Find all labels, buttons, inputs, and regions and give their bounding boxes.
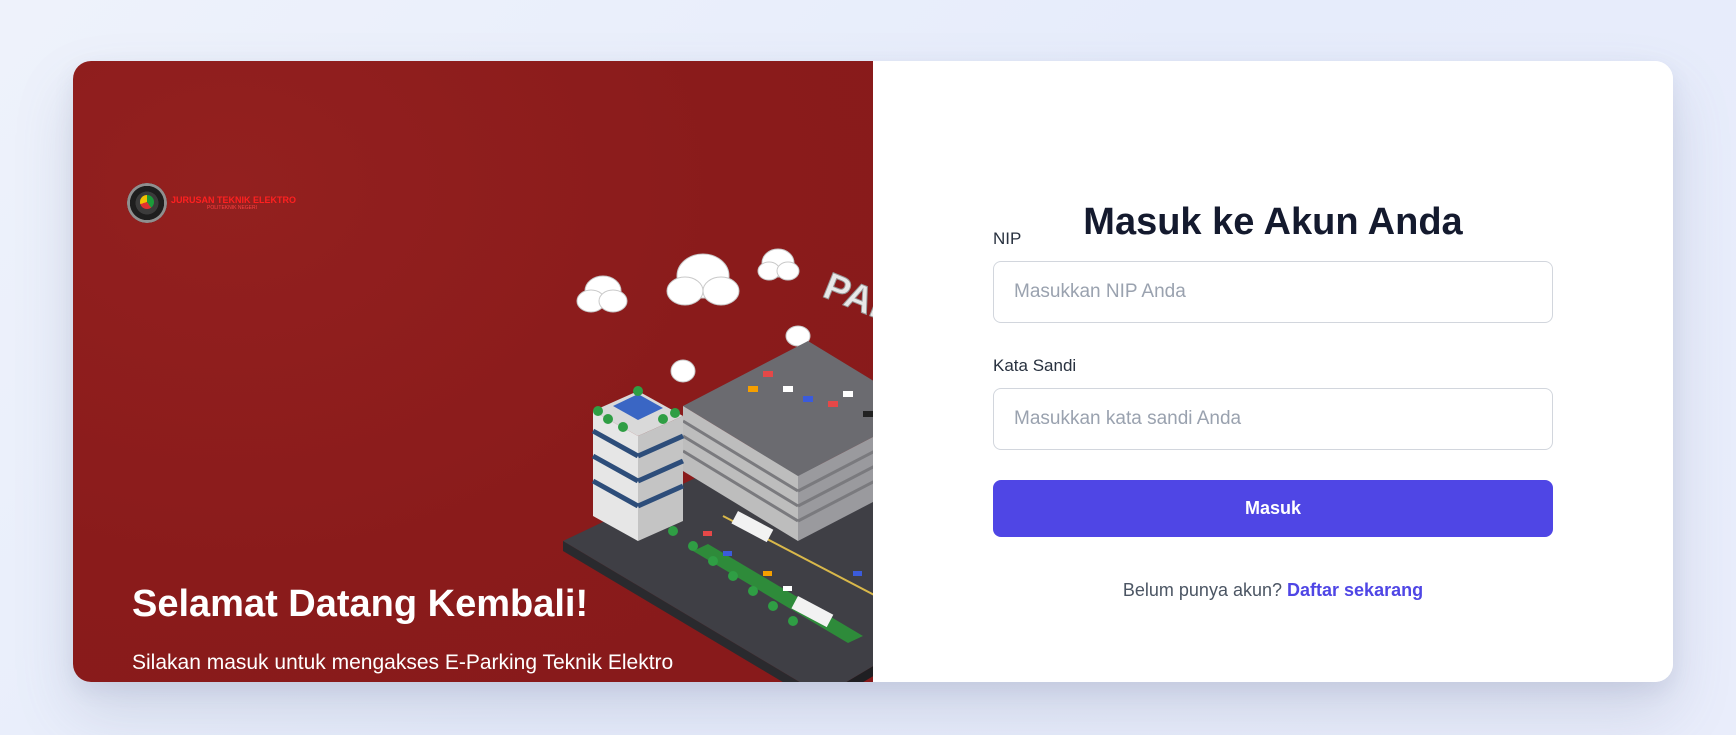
logo-badge-icon <box>127 183 167 223</box>
logo: JURUSAN TEKNIK ELEKTRO POLITEKNIK NEGERI <box>127 183 296 223</box>
hero-subtitle: Silakan masuk untuk mengakses E-Parking … <box>132 651 674 674</box>
nip-label: NIP <box>993 229 1022 248</box>
signup-link[interactable]: Daftar sekarang <box>1287 580 1423 600</box>
cloud-icon <box>757 248 800 281</box>
hero-panel: JURUSAN TEKNIK ELEKTRO POLITEKNIK NEGERI… <box>73 61 1033 682</box>
logo-text: JURUSAN TEKNIK ELEKTRO <box>171 195 297 205</box>
logo-subtext: POLITEKNIK NEGERI <box>207 205 258 211</box>
cloud-icon <box>576 275 628 313</box>
password-label: Kata Sandi <box>993 356 1077 375</box>
logo-lettering: JURUSAN TEKNIK ELEKTRO POLITEKNIK NEGERI <box>171 195 296 211</box>
login-button[interactable]: Masuk <box>993 480 1553 537</box>
hero-title: Selamat Datang Kembali! <box>132 583 589 625</box>
nip-input[interactable] <box>993 261 1553 323</box>
password-input[interactable] <box>993 388 1553 450</box>
login-form-panel: Masuk ke Akun Anda NIP Kata Sandi Masuk … <box>873 61 1673 682</box>
cloud-icon <box>666 253 740 306</box>
signup-prompt-text: Belum punya akun? <box>1122 580 1282 600</box>
signup-prompt: Belum punya akun? Daftar sekarang <box>873 580 1673 601</box>
cloud-icon <box>670 359 696 383</box>
login-card: JURUSAN TEKNIK ELEKTRO POLITEKNIK NEGERI… <box>73 61 1673 682</box>
